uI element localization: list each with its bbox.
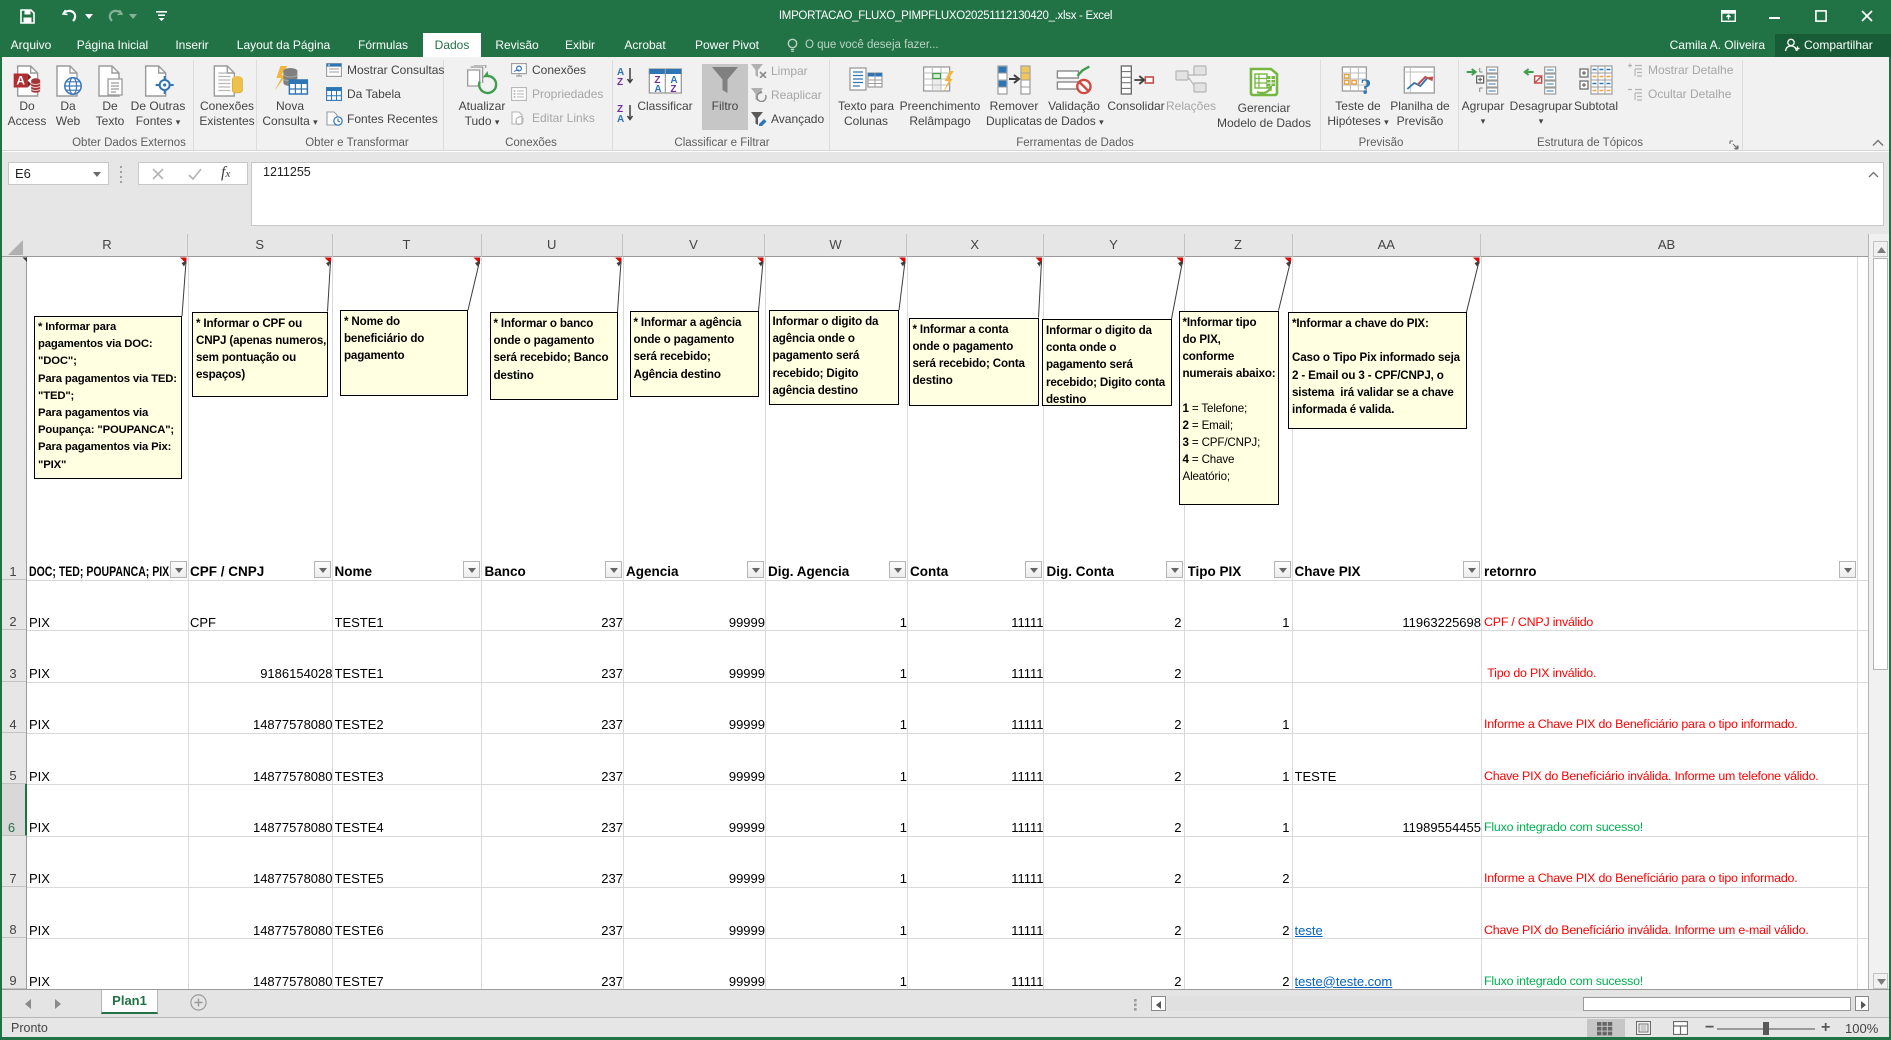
svg-text:Z: Z — [617, 77, 623, 86]
svg-text:A: A — [617, 114, 624, 123]
svg-text:?: ? — [1360, 74, 1371, 97]
svg-text:A: A — [17, 74, 26, 88]
svg-text:A: A — [654, 84, 661, 95]
svg-text:Z: Z — [670, 84, 676, 95]
